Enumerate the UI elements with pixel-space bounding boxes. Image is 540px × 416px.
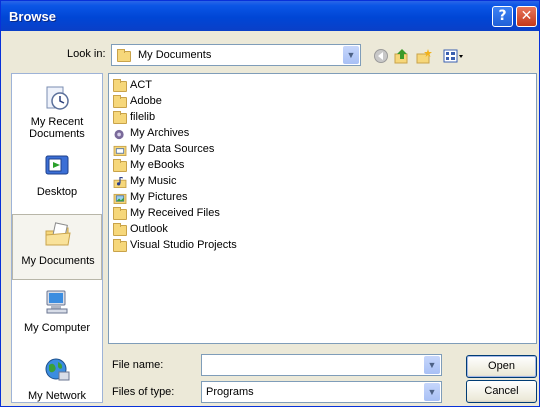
views-menu-icon[interactable] <box>443 48 465 64</box>
folder-icon <box>113 79 127 92</box>
file-name-text: My eBooks <box>130 159 185 171</box>
file-list[interactable]: ACT Adobe filelib My Archives My Data So… <box>108 73 537 344</box>
title-bar[interactable]: Browse ? ✕ <box>1 1 539 31</box>
files-of-type-label: Files of type: <box>112 386 175 398</box>
help-button[interactable]: ? <box>492 6 513 27</box>
place-my-network[interactable]: My Network <box>12 350 102 416</box>
file-name-text: filelib <box>130 111 156 123</box>
file-name-label: File name: <box>112 359 164 371</box>
file-name-text: My Music <box>130 175 177 187</box>
my-computer-icon <box>46 290 68 314</box>
place-my-computer[interactable]: My Computer <box>12 282 102 348</box>
my-documents-icon <box>45 222 71 246</box>
file-name-text: My Data Sources <box>130 143 215 155</box>
look-in-label: Look in: <box>67 48 106 60</box>
archives-icon <box>114 129 124 140</box>
chevron-down-icon[interactable]: ▼ <box>343 46 359 64</box>
my-network-icon <box>45 358 70 381</box>
chevron-down-icon[interactable]: ▼ <box>424 356 440 374</box>
place-my-documents[interactable]: My Documents <box>12 214 102 280</box>
look-in-dropdown[interactable]: My Documents ▼ <box>111 44 361 66</box>
place-my-recent-documents[interactable]: My Recent Documents <box>12 78 102 144</box>
music-folder-icon <box>113 177 127 188</box>
folder-icon <box>113 111 127 124</box>
look-in-value: My Documents <box>138 49 212 61</box>
folder-icon <box>113 159 127 172</box>
file-name-text: My Archives <box>130 127 190 139</box>
file-name-text: My Pictures <box>130 191 188 203</box>
folder-icon <box>113 223 127 236</box>
file-name-text: Outlook <box>130 223 168 235</box>
files-of-type-dropdown[interactable]: Programs ▼ <box>201 381 442 403</box>
file-name-text: My Received Files <box>130 207 220 219</box>
browse-dialog: Browse ? ✕ Look in: My Documents ▼ My Re… <box>0 0 540 407</box>
up-folder-icon[interactable] <box>394 48 410 64</box>
pictures-folder-icon <box>113 193 127 204</box>
cancel-button[interactable]: Cancel <box>466 380 537 403</box>
data-sources-folder-icon <box>113 145 127 156</box>
chevron-down-icon[interactable]: ▼ <box>424 383 440 401</box>
folder-icon <box>113 239 127 252</box>
places-bar: My Recent Documents Desktop My Documents <box>11 73 103 403</box>
recent-documents-icon <box>46 86 69 110</box>
place-desktop[interactable]: Desktop <box>12 146 102 212</box>
window-title: Browse <box>9 9 56 24</box>
folder-icon <box>113 95 127 108</box>
place-label: My Recent Documents <box>29 116 85 140</box>
file-name-text: Visual Studio Projects <box>130 239 237 251</box>
new-folder-icon[interactable] <box>416 48 432 64</box>
file-name-text: ACT <box>130 79 152 91</box>
my-documents-folder-icon <box>117 49 131 62</box>
desktop-icon <box>45 155 69 175</box>
back-icon[interactable] <box>373 48 389 64</box>
folder-icon <box>113 207 127 220</box>
open-button[interactable]: Open <box>466 355 537 378</box>
place-label: My Computer <box>23 322 91 334</box>
place-label: My Documents <box>21 255 95 267</box>
files-of-type-value: Programs <box>206 386 254 398</box>
file-name-text: Adobe <box>130 95 162 107</box>
place-label: Desktop <box>36 186 78 198</box>
place-label: My Network <box>27 390 87 402</box>
file-name-field[interactable]: ▼ <box>201 354 442 376</box>
close-button[interactable]: ✕ <box>516 6 537 27</box>
